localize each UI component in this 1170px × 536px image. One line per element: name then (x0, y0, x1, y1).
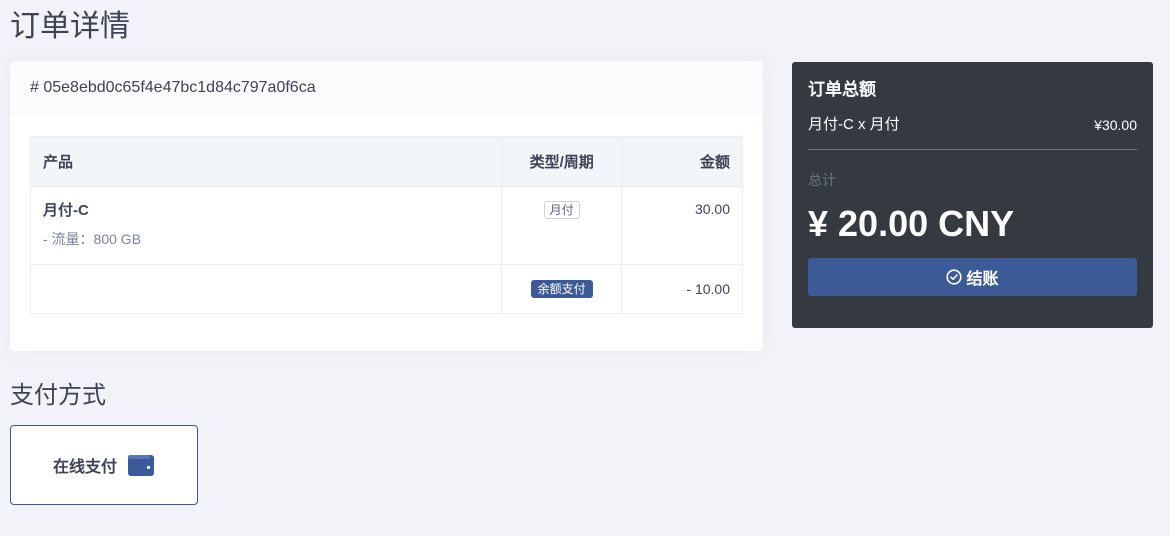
product-name: 月付-C (43, 202, 89, 219)
order-card: # 05e8ebd0c65f4e47bc1d84c797a0f6ca 产品 类型… (10, 61, 763, 351)
check-circle-icon (946, 269, 963, 285)
summary-line-label: 月付-C x 月付 (808, 116, 900, 133)
amount-cell: - 10.00 (621, 264, 743, 314)
table-header-row: 产品 类型/周期 金额 (29, 136, 743, 187)
payment-section-title: 支付方式 (10, 382, 106, 409)
summary-line-price: ¥30.00 (1094, 117, 1137, 133)
checkout-button[interactable]: 结账 (808, 258, 1137, 296)
payment-option-label: 在线支付 (52, 459, 117, 476)
balance-payment-badge: 余额支付 (530, 280, 593, 298)
amount-cell: 30.00 (621, 186, 743, 265)
total-label: 总计 (808, 172, 836, 188)
page-title: 订单详情 (10, 10, 130, 43)
product-detail: - 流量：800 GB (43, 231, 142, 247)
checkout-label: 结账 (966, 271, 999, 288)
column-header-type: 类型/周期 (501, 136, 623, 187)
type-cell: 余额支付 (501, 264, 623, 314)
wallet-icon (127, 453, 155, 477)
product-cell (29, 264, 503, 314)
table-row: 余额支付 - 10.00 (29, 264, 743, 314)
payment-option-online[interactable]: 在线支付 (10, 425, 198, 505)
summary-line-item: 月付-C x 月付 ¥30.00 (808, 115, 1137, 150)
order-id: # 05e8ebd0c65f4e47bc1d84c797a0f6ca (30, 79, 316, 96)
period-badge: 月付 (543, 201, 580, 219)
order-summary-card: 订单总额 月付-C x 月付 ¥30.00 总计 ¥ 20.00 CNY 结账 (792, 62, 1153, 328)
summary-title: 订单总额 (808, 80, 876, 99)
column-header-product: 产品 (29, 136, 503, 187)
order-id-header: # 05e8ebd0c65f4e47bc1d84c797a0f6ca (10, 61, 763, 115)
type-cell: 月付 (501, 186, 623, 265)
product-cell: 月付-C - 流量：800 GB (29, 186, 503, 265)
table-row: 月付-C - 流量：800 GB 月付 30.00 (29, 186, 743, 265)
order-table: 产品 类型/周期 金额 月付-C - 流量：800 GB 月付 30.00 余额… (29, 136, 743, 314)
total-value: ¥ 20.00 CNY (808, 203, 1015, 244)
column-header-amount: 金额 (621, 136, 743, 187)
